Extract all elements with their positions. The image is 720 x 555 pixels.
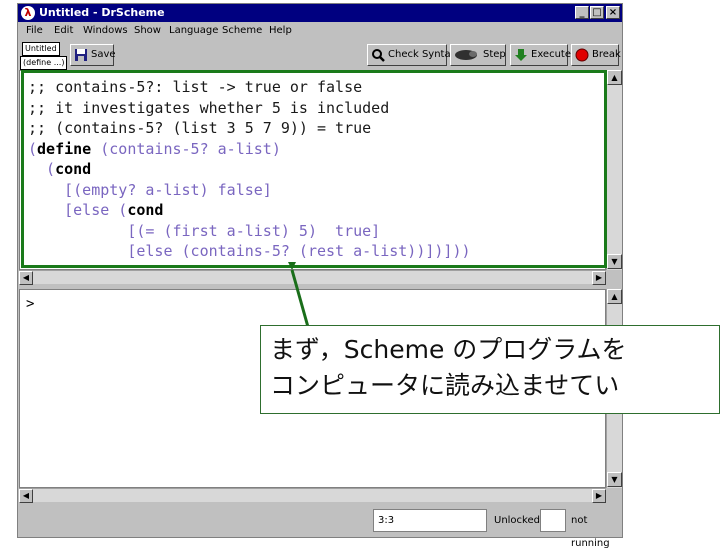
check-syntax-button[interactable]: Check Syntax <box>367 44 457 66</box>
save-button[interactable]: Save <box>70 44 116 66</box>
code-token: [else ( <box>28 201 128 219</box>
toolbar: Untitled (define ...) Save Check Syntax … <box>18 40 622 70</box>
file-name-button[interactable]: Untitled <box>22 42 60 56</box>
code-token: (contains-5? a-list) <box>91 139 281 158</box>
cursor-position: 3:3 <box>373 509 487 532</box>
code-line[interactable]: [else (cond <box>28 200 163 221</box>
code-line[interactable]: ;; (contains-5? (list 3 5 7 9)) = true <box>28 118 371 139</box>
scroll-left-arrow-icon[interactable]: ◀ <box>19 489 33 503</box>
menu-help[interactable]: Help <box>269 25 292 36</box>
interactions-horizontal-scrollbar[interactable]: ◀ ▶ <box>19 488 606 503</box>
window-title: Untitled - DrScheme <box>39 6 165 19</box>
magnifier-icon <box>372 49 385 62</box>
code-line[interactable]: [else (contains-5? (rest a-list))])])) <box>28 241 471 262</box>
scroll-up-arrow-icon[interactable]: ▲ <box>607 289 622 304</box>
code-token: ;; (contains-5? (list 3 5 7 9)) = true <box>28 119 372 137</box>
scroll-down-arrow-icon[interactable]: ▼ <box>607 254 622 269</box>
callout-line-2: コンピュータに読み込ませてい <box>270 371 620 400</box>
code-token: ;; it investigates whether 5 is included <box>28 98 390 117</box>
code-token: cond <box>55 160 92 178</box>
code-line[interactable]: ;; it investigates whether 5 is included <box>28 98 389 119</box>
code-line[interactable]: (cond <box>28 159 91 180</box>
step-label: Step <box>483 49 506 60</box>
maximize-button[interactable]: □ <box>590 6 604 19</box>
repl-prompt: > <box>26 296 35 312</box>
menu-windows[interactable]: Windows <box>83 25 128 36</box>
definitions-editor[interactable]: ;; contains-5?: list -> true or false ;; … <box>19 70 606 270</box>
code-token: [else (contains-5? (rest a-list))])])) <box>28 242 471 260</box>
break-label: Break <box>592 49 621 60</box>
code-token: ( <box>28 160 56 178</box>
status-bar: 3:3 Unlocked not running <box>18 504 622 549</box>
scroll-right-arrow-icon[interactable]: ▶ <box>592 489 606 503</box>
code-line[interactable]: [(= (first a-list) 5) true] <box>28 221 380 242</box>
footprint-step-icon <box>455 50 477 60</box>
code-token: ( <box>28 139 38 158</box>
menu-bar: File Edit Windows Show Language Scheme H… <box>18 22 622 40</box>
annotation-callout: まず，Scheme のプログラムを コンピュータに読み込ませてい <box>260 325 720 414</box>
code-token: ;; contains-5?: list -> true or false <box>28 78 363 96</box>
check-syntax-label: Check Syntax <box>388 49 457 60</box>
code-token: define <box>37 139 92 158</box>
code-line[interactable]: ;; contains-5?: list -> true or false <box>28 77 362 98</box>
drscheme-window: λ Untitled - DrScheme _ □ × File Edit Wi… <box>17 3 623 549</box>
editor-vertical-scrollbar[interactable]: ▲ ▼ <box>606 70 622 270</box>
code-token: [(empty? a-list) false] <box>28 180 272 199</box>
step-button[interactable]: Step <box>450 44 506 66</box>
menu-scheme[interactable]: Scheme <box>222 25 262 36</box>
save-label: Save <box>91 49 116 60</box>
callout-line-1: まず，Scheme のプログラムを <box>270 335 627 364</box>
menu-language[interactable]: Language <box>169 25 218 36</box>
menu-edit[interactable]: Edit <box>54 25 73 36</box>
menu-show[interactable]: Show <box>134 25 161 36</box>
running-status: not running <box>571 515 610 549</box>
minimize-button[interactable]: _ <box>575 6 589 19</box>
editor-horizontal-scrollbar[interactable]: ◀ ▶ <box>19 270 606 285</box>
execute-button[interactable]: Execute <box>510 44 571 66</box>
code-line[interactable]: (define (contains-5? a-list) <box>28 139 281 160</box>
scroll-right-arrow-icon[interactable]: ▶ <box>592 271 606 285</box>
execute-label: Execute <box>531 49 571 60</box>
scroll-left-arrow-icon[interactable]: ◀ <box>19 271 33 285</box>
code-token: [(= (first a-list) 5) true] <box>28 221 381 240</box>
code-line[interactable]: [(empty? a-list) false] <box>28 180 272 201</box>
break-button[interactable]: Break <box>571 44 621 66</box>
scroll-up-arrow-icon[interactable]: ▲ <box>607 70 622 85</box>
save-disk-icon <box>75 49 87 61</box>
down-arrow-icon <box>515 49 527 61</box>
title-bar[interactable]: λ Untitled - DrScheme _ □ × <box>18 4 622 22</box>
close-button[interactable]: × <box>606 6 620 19</box>
code-token: cond <box>127 201 164 219</box>
scroll-down-arrow-icon[interactable]: ▼ <box>607 472 622 487</box>
menu-file[interactable]: File <box>26 25 43 36</box>
stop-sign-icon <box>575 48 589 62</box>
define-menu-button[interactable]: (define ...) <box>20 56 68 70</box>
gc-indicator <box>540 509 566 532</box>
lambda-app-icon: λ <box>21 6 35 20</box>
lock-status[interactable]: Unlocked <box>494 509 540 532</box>
